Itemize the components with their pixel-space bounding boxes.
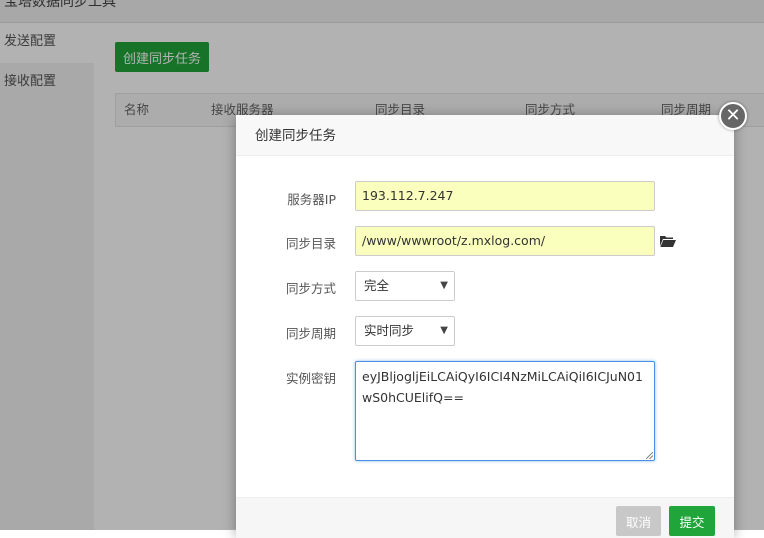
create-task-dialog: 创建同步任务 服务器IP 193.112.7.247 同步目录 /www/www…	[236, 115, 734, 538]
dialog-footer: 取消 提交	[236, 497, 734, 538]
server-ip-label: 服务器IP	[287, 192, 336, 207]
instance-key-textarea[interactable]: eyJBljogljEiLCAiQyI6ICI4NzMiLCAiQiI6ICJu…	[355, 361, 655, 461]
sync-mode-label: 同步方式	[285, 281, 336, 296]
sync-mode-select[interactable]: 完全 ▼	[355, 271, 455, 301]
sync-period-label: 同步周期	[285, 326, 336, 341]
sync-period-select[interactable]: 实时同步 ▼	[355, 316, 455, 346]
resize-handle[interactable]	[646, 452, 653, 459]
folder-open-icon[interactable]	[660, 235, 676, 247]
submit-button[interactable]: 提交	[669, 506, 715, 536]
sync-dir-label: 同步目录	[285, 236, 336, 251]
close-dialog-button[interactable]: ✕	[719, 102, 747, 130]
cancel-button[interactable]: 取消	[616, 506, 661, 536]
dropdown-arrow-icon: ▼	[440, 325, 448, 336]
sync-dir-input[interactable]: /www/wwwroot/z.mxlog.com/	[355, 226, 655, 256]
sync-period-value: 实时同步	[364, 323, 415, 338]
dialog-header: 创建同步任务	[236, 115, 734, 156]
instance-key-value: eyJBljogljEiLCAiQyI6ICI4NzMiLCAiQiI6ICJu…	[362, 369, 643, 405]
instance-key-label: 实例密钥	[285, 371, 336, 386]
sync-dir-value: /www/wwwroot/z.mxlog.com/	[362, 233, 546, 248]
sync-mode-value: 完全	[364, 278, 390, 293]
close-icon: ✕	[725, 105, 741, 126]
dropdown-arrow-icon: ▼	[440, 280, 448, 291]
server-ip-value: 193.112.7.247	[362, 188, 454, 203]
dialog-title: 创建同步任务	[255, 128, 336, 144]
server-ip-input[interactable]: 193.112.7.247	[355, 181, 655, 211]
